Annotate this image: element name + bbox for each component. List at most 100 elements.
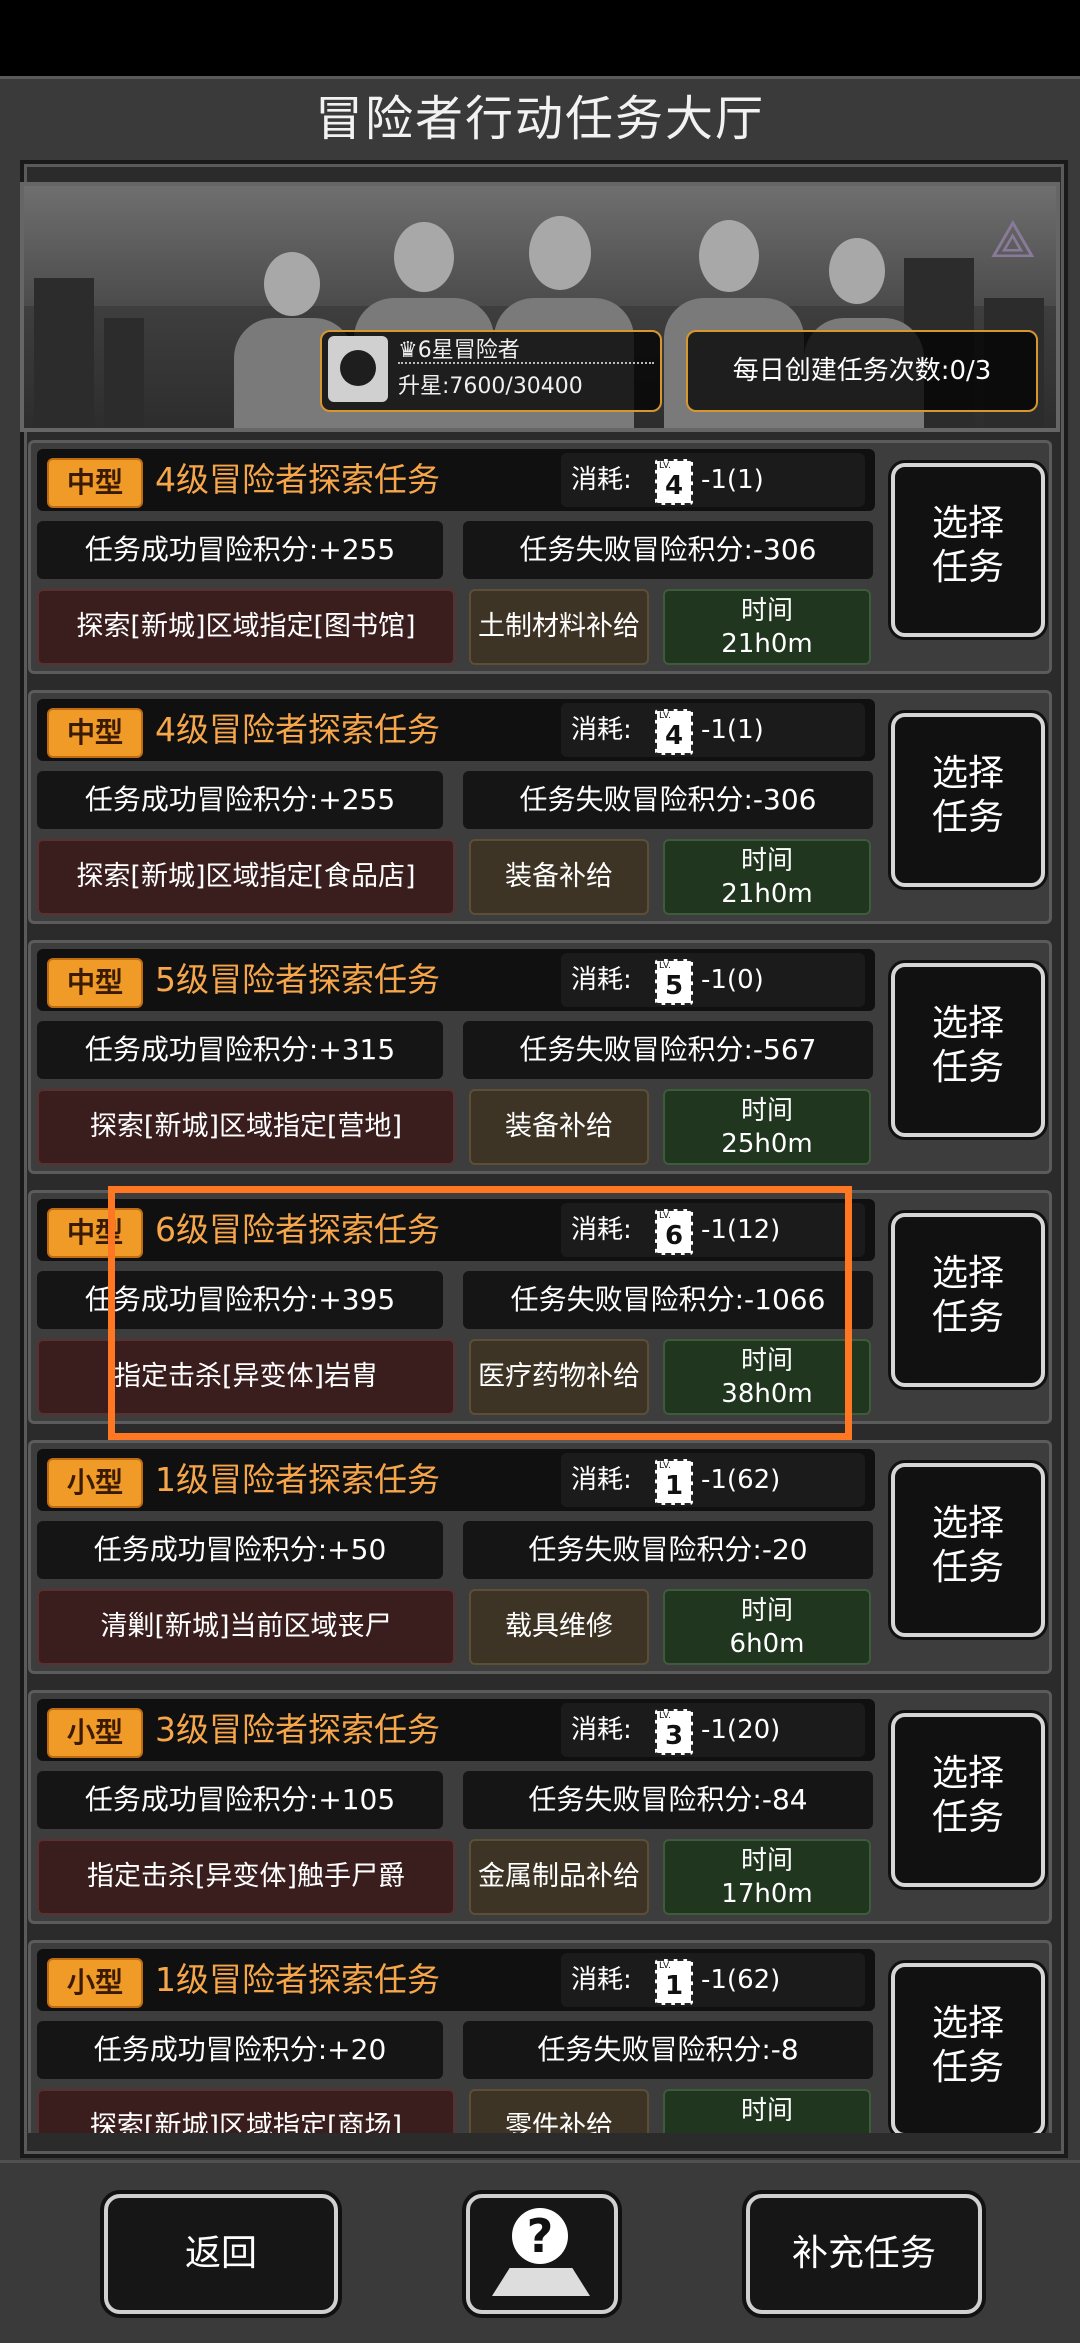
task-cost: 消耗: LV. 1 -1(62): [561, 1953, 865, 2007]
level-card-number: 4: [664, 471, 684, 501]
success-points: 任务成功冒险积分:+315: [37, 1021, 443, 1079]
task-target: 指定击杀[异变体]触手尸爵: [37, 1839, 455, 1915]
time-label: 时间: [740, 1596, 793, 1626]
success-points: 任务成功冒险积分:+105: [37, 1771, 443, 1829]
time-label: 时间: [740, 1846, 793, 1876]
task-supply-reward: 金属制品补给: [469, 1839, 649, 1915]
level-card-number: 1: [664, 1971, 684, 2001]
select-label-line2: 任务: [931, 1547, 1004, 1588]
task-target: 探索[新城]区域指定[图书馆]: [37, 589, 455, 665]
task-time: 时间 6h0m: [663, 1589, 871, 1665]
task-name: 5级冒险者探索任务: [155, 960, 440, 999]
task-supply-reward: 装备补给: [469, 839, 649, 915]
select-label-line1: 选择: [931, 1753, 1004, 1794]
select-label-line1: 选择: [931, 1003, 1004, 1044]
level-card-number: 1: [664, 1471, 684, 1501]
cost-value: -1(62): [701, 1965, 781, 1995]
select-task-button[interactable]: 选择 任务: [891, 1463, 1045, 1637]
select-task-button[interactable]: 选择 任务: [891, 963, 1045, 1137]
level-card-prefix: LV.: [659, 1461, 671, 1471]
help-button[interactable]: ?: [466, 2194, 618, 2314]
task-cost: 消耗: LV. 4 -1(1): [561, 703, 865, 757]
replenish-tasks-button[interactable]: 补充任务: [746, 2194, 982, 2314]
select-label-line1: 选择: [931, 1503, 1004, 1544]
star-progress: 升星:7600/30400: [398, 374, 583, 399]
select-label-line2: 任务: [931, 797, 1004, 838]
task-size-badge: 中型: [47, 708, 143, 758]
level-card-number: 3: [664, 1721, 684, 1751]
select-task-button[interactable]: 选择 任务: [891, 1963, 1045, 2133]
task-cost: 消耗: LV. 3 -1(20): [561, 1703, 865, 1757]
crown-icon: ♛: [398, 338, 418, 363]
level-card-icon: LV. 4: [655, 709, 693, 755]
level-card-icon: LV. 1: [655, 1959, 693, 2005]
level-card-prefix: LV.: [659, 1961, 671, 1971]
task-header: 中型 5级冒险者探索任务 消耗: LV. 5 -1(0): [37, 949, 875, 1011]
fail-points: 任务失败冒险积分:-84: [463, 1771, 873, 1829]
task-time: 时间 21h0m: [663, 589, 871, 665]
task-card: 小型 1级冒险者探索任务 消耗: LV. 1 -1(62) 任务成功冒险积分:+50 任务失败…: [28, 1440, 1052, 1674]
fail-points: 任务失败冒险积分:-306: [463, 521, 873, 579]
level-card-number: 5: [664, 971, 684, 1001]
task-cost: 消耗: LV. 1 -1(62): [561, 1453, 865, 1507]
task-header: 小型 1级冒险者探索任务 消耗: LV. 1 -1(62): [37, 1449, 875, 1511]
task-target: 清剿[新城]当前区域丧尸: [37, 1589, 455, 1665]
select-label-line2: 任务: [931, 1297, 1004, 1338]
rank-divider: [398, 362, 654, 364]
cost-label: 消耗:: [571, 1715, 632, 1745]
cost-value: -1(62): [701, 1465, 781, 1495]
success-points: 任务成功冒险积分:+255: [37, 771, 443, 829]
banner-character-head: [699, 220, 759, 292]
select-label-line2: 任务: [931, 547, 1004, 588]
time-label: 时间: [740, 596, 793, 626]
level-card-number: 4: [664, 721, 684, 751]
task-cost: 消耗: LV. 4 -1(1): [561, 453, 865, 507]
avatar[interactable]: [328, 336, 388, 402]
task-header: 中型 4级冒险者探索任务 消耗: LV. 4 -1(1): [37, 699, 875, 761]
task-name: 4级冒险者探索任务: [155, 710, 440, 749]
task-size-badge: 中型: [47, 458, 143, 508]
select-task-button[interactable]: 选择 任务: [891, 463, 1045, 637]
success-points: 任务成功冒险积分:+20: [37, 2021, 443, 2079]
task-size-badge: 小型: [47, 1458, 143, 1508]
page-title: 冒险者行动任务大厅: [314, 91, 765, 147]
level-card-prefix: LV.: [659, 961, 671, 971]
time-value: 17h0m: [721, 1879, 813, 1909]
level-card-icon: LV. 4: [655, 459, 693, 505]
cost-label: 消耗:: [571, 1465, 632, 1495]
select-task-button[interactable]: 选择 任务: [891, 1213, 1045, 1387]
select-task-button[interactable]: 选择 任务: [891, 1713, 1045, 1887]
help-map-icon: ?: [512, 2208, 568, 2264]
task-size-badge: 小型: [47, 1958, 143, 2008]
select-label-line1: 选择: [931, 1253, 1004, 1294]
select-task-button[interactable]: 选择 任务: [891, 713, 1045, 887]
cost-value: -1(1): [701, 715, 764, 745]
cost-label: 消耗:: [571, 465, 632, 495]
select-label-line2: 任务: [931, 1797, 1004, 1838]
task-card: 小型 3级冒险者探索任务 消耗: LV. 3 -1(20) 任务成功冒险积分:+105 任务失…: [28, 1690, 1052, 1924]
time-value: 21h0m: [721, 629, 813, 659]
level-card-icon: LV. 5: [655, 959, 693, 1005]
cost-value: -1(20): [701, 1715, 781, 1745]
fail-points: 任务失败冒险积分:-567: [463, 1021, 873, 1079]
cost-label: 消耗:: [571, 715, 632, 745]
time-value: 21h0m: [721, 879, 813, 909]
faction-emblem-icon[interactable]: ⟁: [990, 210, 1036, 271]
select-label-line2: 任务: [931, 1047, 1004, 1088]
level-card-icon: LV. 3: [655, 1709, 693, 1755]
banner-building: [34, 278, 94, 428]
task-card: 中型 5级冒险者探索任务 消耗: LV. 5 -1(0) 任务成功冒险积分:+315 任务失败…: [28, 940, 1052, 1174]
daily-create-count: 每日创建任务次数:0/3: [686, 330, 1038, 412]
task-size-badge: 中型: [47, 958, 143, 1008]
success-points: 任务成功冒险积分:+50: [37, 1521, 443, 1579]
level-card-prefix: LV.: [659, 461, 671, 471]
task-name: 1级冒险者探索任务: [155, 1460, 440, 1499]
fail-points: 任务失败冒险积分:-306: [463, 771, 873, 829]
back-button[interactable]: 返回: [104, 2194, 338, 2314]
task-supply-reward: 零件补给: [469, 2089, 649, 2133]
task-name: 1级冒险者探索任务: [155, 1960, 440, 1999]
task-card: 中型 4级冒险者探索任务 消耗: LV. 4 -1(1) 任务成功冒险积分:+255 任务失败…: [28, 440, 1052, 674]
time-label: 时间: [740, 846, 793, 876]
task-target: 探索[新城]区域指定[商场]: [37, 2089, 455, 2133]
banner-building: [104, 318, 144, 428]
